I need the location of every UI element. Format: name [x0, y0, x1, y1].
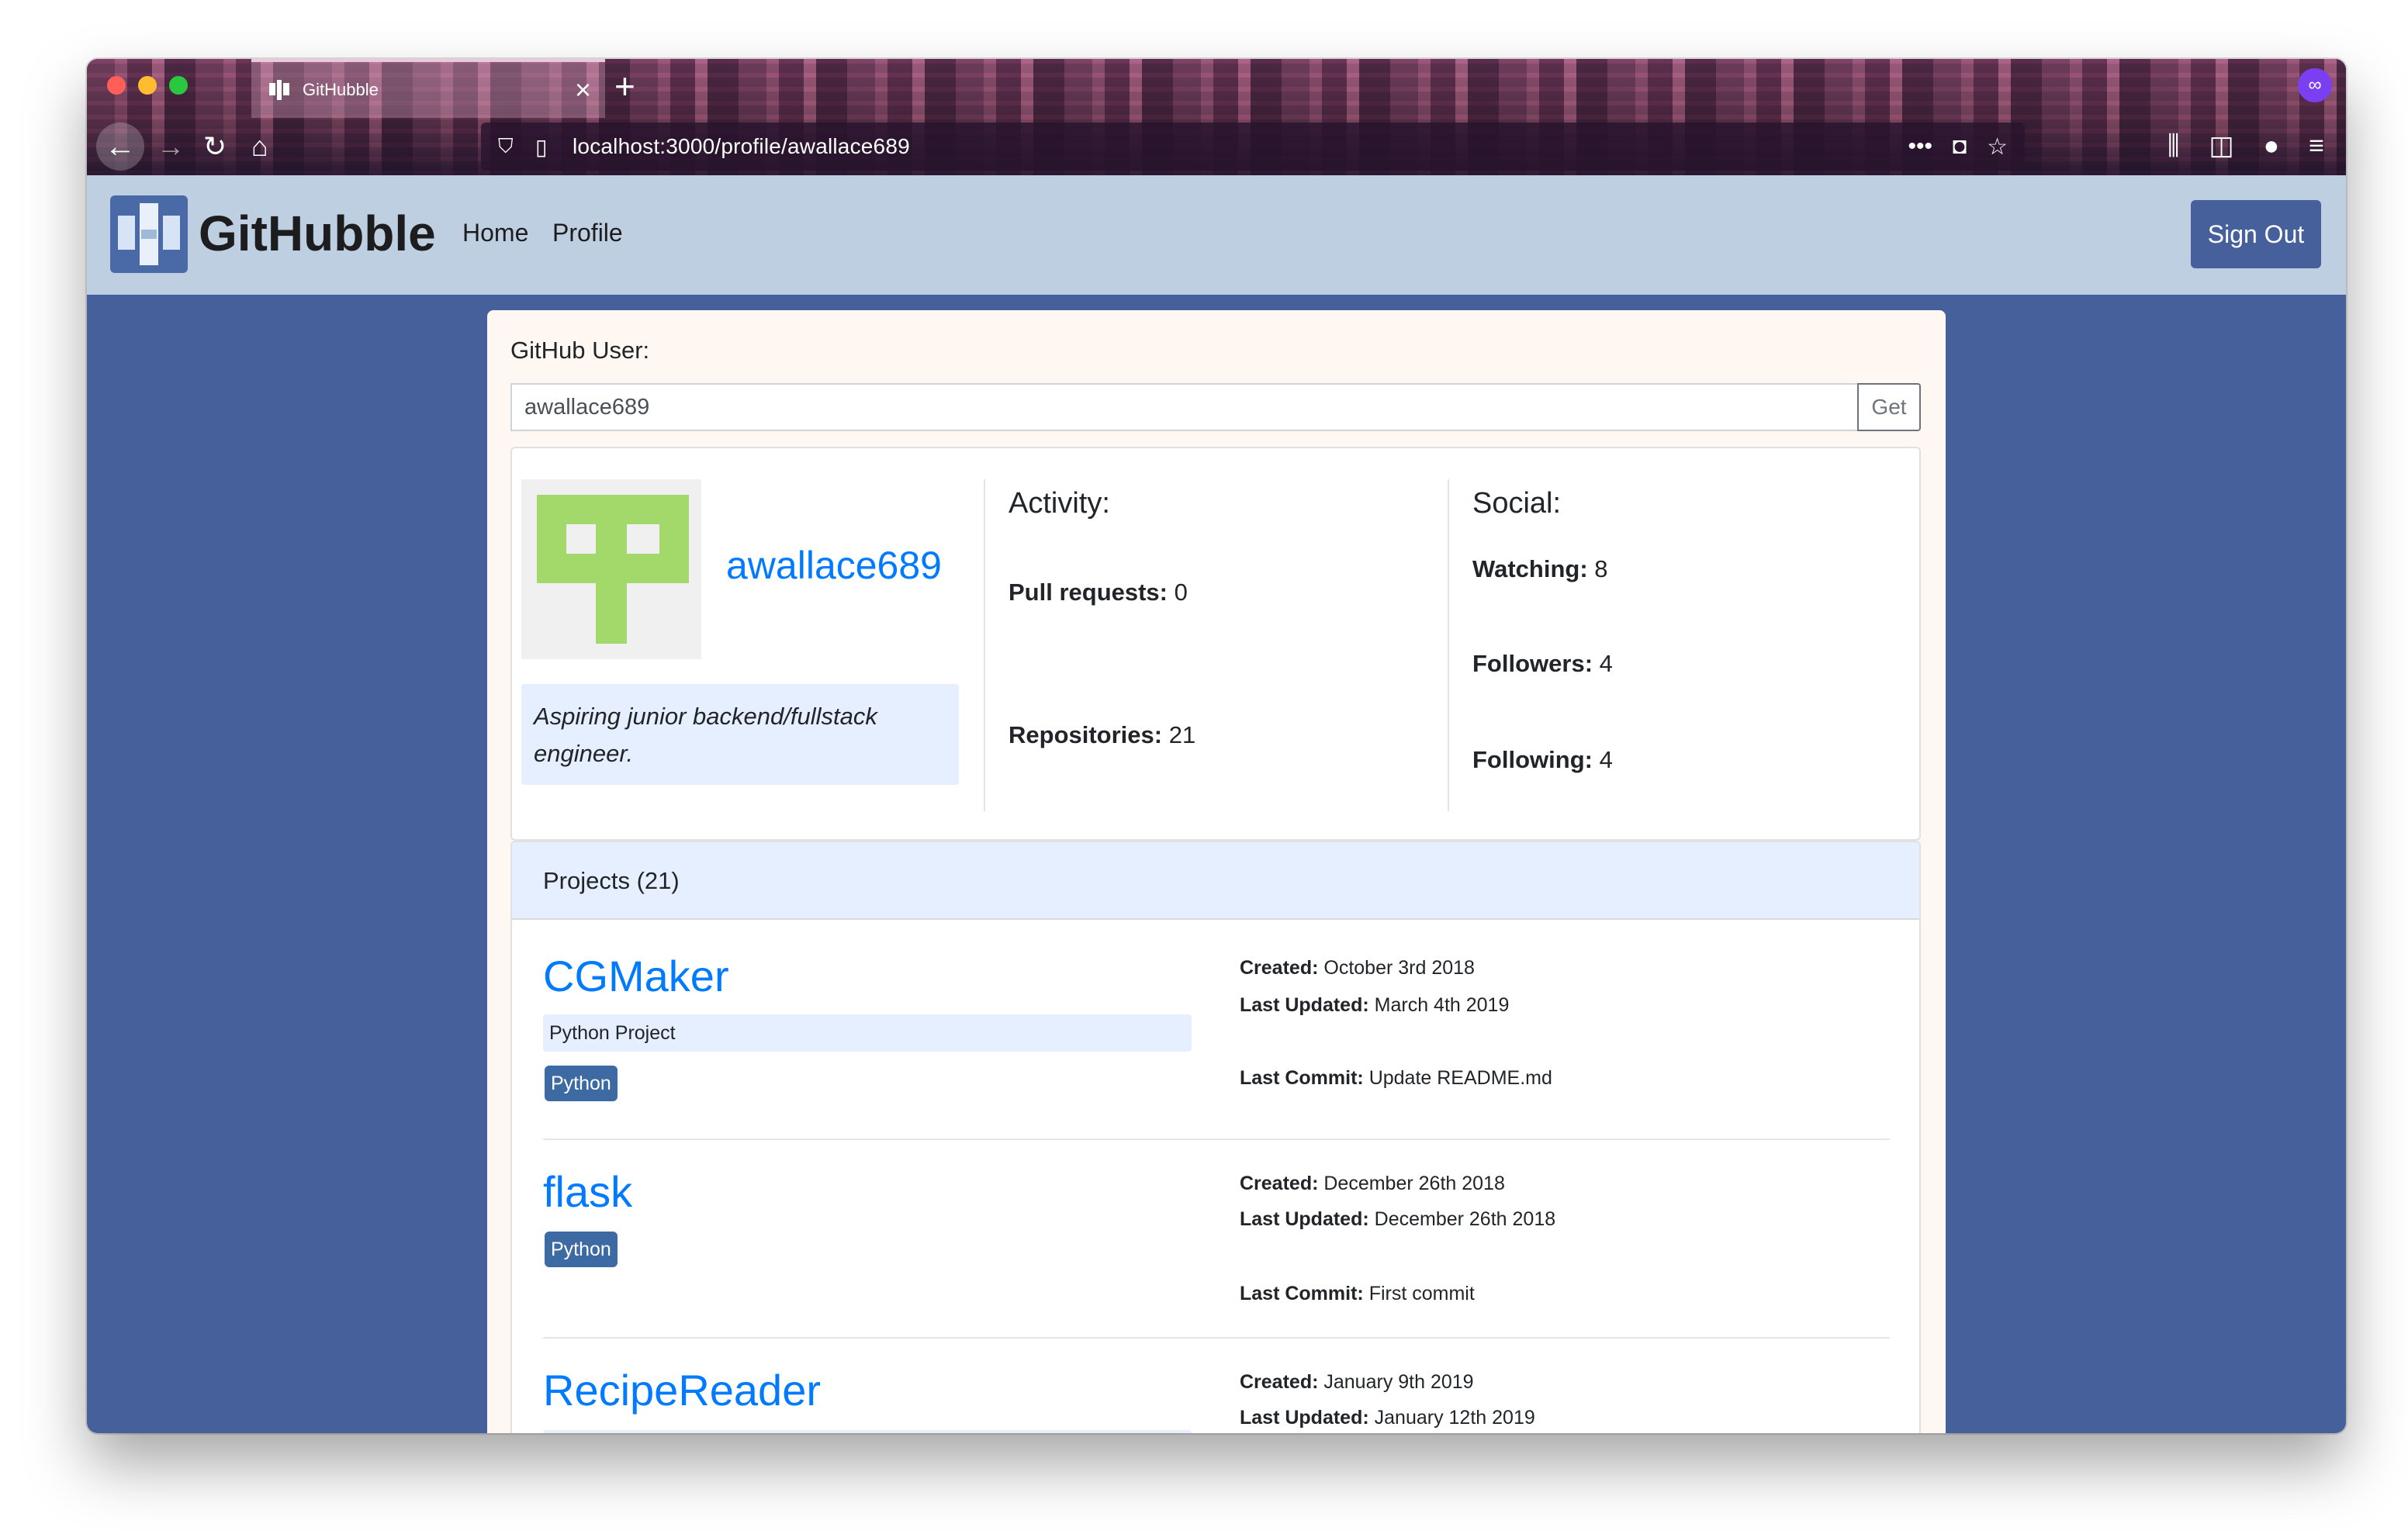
project-name-link[interactable]: flask	[543, 1166, 632, 1217]
following-value: 4	[1599, 746, 1613, 773]
nav-profile-link[interactable]: Profile	[552, 219, 623, 247]
column-divider	[1448, 479, 1449, 811]
menu-icon[interactable]: ≡	[2309, 126, 2324, 166]
repositories-value: 21	[1168, 721, 1196, 748]
project-separator	[543, 1138, 1890, 1140]
pull-requests-label: Pull requests:	[1009, 579, 1168, 606]
profile-bio: Aspiring junior backend/fullstack engine…	[521, 684, 959, 785]
account-icon[interactable]: ●	[2264, 126, 2280, 166]
commit-label: Last Commit:	[1240, 1067, 1364, 1089]
githubble-favicon-icon	[268, 79, 290, 101]
pull-requests-value: 0	[1174, 579, 1188, 606]
zoom-window-button[interactable]	[169, 76, 188, 95]
created-value: December 26th 2018	[1323, 1173, 1505, 1194]
profile-summary: awallace689 Aspiring junior backend/full…	[510, 447, 1921, 841]
following-label: Following:	[1472, 746, 1593, 773]
project-name-link[interactable]: CGMaker	[543, 951, 729, 1001]
projects-count-title: Projects (21)	[543, 867, 680, 894]
reload-icon[interactable]: ↻	[203, 127, 227, 166]
minimize-window-button[interactable]	[138, 76, 157, 95]
project-last-commit: Last Commit: First commit	[1240, 1283, 1475, 1305]
updated-value: December 26th 2018	[1374, 1208, 1556, 1230]
browser-toolbar: ← → ↻ ⌂ ⛉ ▯ localhost:3000/profile/awall…	[87, 118, 2346, 175]
watching-value: 8	[1594, 555, 1608, 582]
forward-arrow-icon[interactable]: →	[157, 127, 185, 166]
language-badge: Python	[545, 1232, 618, 1267]
tab-title: GitHubble	[303, 80, 379, 99]
watching-label: Watching:	[1472, 555, 1588, 582]
followers-stat: Followers: 4	[1472, 650, 1613, 678]
followers-label: Followers:	[1472, 650, 1593, 677]
commit-value: First commit	[1368, 1283, 1475, 1304]
back-arrow-icon[interactable]: ←	[96, 123, 144, 171]
project-updated: Last Updated: March 4th 2019	[1240, 994, 1509, 1017]
project-description-placeholder	[543, 1430, 1192, 1433]
following-stat: Following: 4	[1472, 746, 1613, 774]
updated-value: January 12th 2019	[1374, 1407, 1535, 1429]
close-window-button[interactable]	[107, 76, 126, 95]
github-user-label: GitHub User:	[510, 337, 650, 364]
page-info-icon[interactable]: ▯	[535, 134, 559, 160]
browser-chrome: GitHubble × + ∞ ← → ↻ ⌂ ⛉ ▯ localhost:30…	[87, 59, 2346, 175]
project-created: Created: December 26th 2018	[1240, 1173, 1505, 1195]
githubble-logo-icon[interactable]	[110, 195, 188, 273]
followers-value: 4	[1599, 650, 1613, 677]
github-user-input[interactable]	[510, 383, 1857, 431]
projects-list: Projects (21) CGMaker Python Project Pyt…	[510, 841, 1921, 1433]
tab-close-icon[interactable]: ×	[575, 74, 591, 105]
updated-label: Last Updated:	[1240, 994, 1369, 1016]
repositories-label: Repositories:	[1009, 721, 1163, 748]
pull-requests-stat: Pull requests: 0	[1009, 579, 1188, 606]
get-button[interactable]: Get	[1857, 383, 1921, 431]
home-icon[interactable]: ⌂	[251, 127, 268, 166]
browser-window: GitHubble × + ∞ ← → ↻ ⌂ ⛉ ▯ localhost:30…	[87, 59, 2346, 1433]
brand-name[interactable]: GitHubble	[199, 205, 436, 262]
pocket-icon[interactable]: ◘	[1953, 133, 1967, 160]
sign-out-button[interactable]: Sign Out	[2191, 200, 2321, 268]
project-separator	[543, 1337, 1890, 1339]
commit-label: Last Commit:	[1240, 1283, 1364, 1304]
project-updated: Last Updated: December 26th 2018	[1240, 1208, 1555, 1231]
profile-username-link[interactable]: awallace689	[726, 543, 942, 588]
avatar	[521, 479, 701, 659]
project-name-link[interactable]: RecipeReader	[543, 1365, 821, 1415]
repositories-stat: Repositories: 21	[1009, 721, 1195, 749]
column-divider	[984, 479, 985, 811]
watching-stat: Watching: 8	[1472, 555, 1608, 583]
private-browsing-icon: ∞	[2298, 68, 2332, 102]
new-tab-button[interactable]: +	[614, 67, 635, 105]
projects-header: Projects (21)	[512, 842, 1919, 920]
created-label: Created:	[1240, 1173, 1319, 1194]
app-navbar: GitHubble Home Profile Sign Out	[87, 175, 2346, 295]
user-search: Get	[510, 383, 1921, 431]
project-created: Created: January 9th 2019	[1240, 1371, 1474, 1394]
project-description: Python Project	[543, 1014, 1192, 1052]
profile-card: GitHub User: Get awallace689 Aspiring ju…	[487, 310, 1946, 1433]
created-label: Created:	[1240, 957, 1319, 979]
url-text[interactable]: localhost:3000/profile/awallace689	[573, 134, 910, 159]
social-title: Social:	[1472, 487, 1562, 520]
page-actions-icon[interactable]: •••	[1908, 133, 1932, 160]
nav-home-link[interactable]: Home	[462, 219, 528, 247]
library-icon[interactable]: ⫼	[2168, 126, 2180, 166]
tracking-shield-icon[interactable]: ⛉	[498, 134, 521, 159]
bookmark-star-icon[interactable]: ☆	[1987, 133, 2008, 161]
activity-title: Activity:	[1009, 487, 1110, 520]
browser-tab[interactable]: GitHubble ×	[251, 59, 605, 118]
updated-value: March 4th 2019	[1374, 994, 1510, 1016]
updated-label: Last Updated:	[1240, 1208, 1369, 1230]
created-value: January 9th 2019	[1323, 1371, 1474, 1393]
updated-label: Last Updated:	[1240, 1407, 1369, 1429]
created-value: October 3rd 2018	[1323, 957, 1475, 979]
sidebar-icon[interactable]: ◫	[2209, 126, 2233, 166]
commit-value: Update README.md	[1368, 1067, 1552, 1089]
project-last-commit: Last Commit: Update README.md	[1240, 1067, 1552, 1090]
language-badge: Python	[545, 1066, 618, 1101]
address-bar[interactable]: ⛉ ▯ localhost:3000/profile/awallace689 •…	[481, 123, 2025, 171]
created-label: Created:	[1240, 1371, 1319, 1393]
project-created: Created: October 3rd 2018	[1240, 957, 1475, 979]
project-updated: Last Updated: January 12th 2019	[1240, 1407, 1535, 1429]
